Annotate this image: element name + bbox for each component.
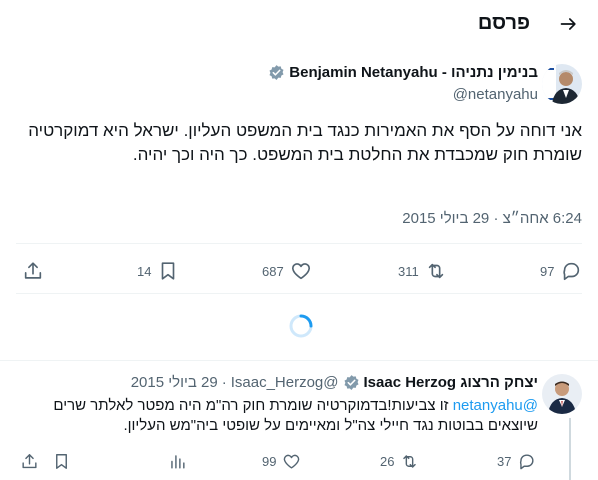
divider (0, 360, 598, 361)
retweet-icon (400, 452, 419, 471)
reply-views-button[interactable] (168, 452, 187, 471)
reply-author-name[interactable]: יצחק הרצוג Isaac Herzog (364, 374, 538, 391)
reply-bookmark-button[interactable] (52, 452, 71, 471)
bookmark-icon (52, 452, 71, 471)
reply-text-block: @netanyahu זו צביעות!בדמוקרטיה שומרת חוק… (18, 396, 538, 436)
heart-icon (290, 260, 312, 282)
reply-count: 97 (540, 263, 555, 279)
reply-mention-link[interactable]: @netanyahu (453, 397, 538, 414)
tweet-text: אני דוחה על הסף את האמירות כנגד בית המשפ… (28, 121, 582, 164)
reply-button[interactable]: 97 (540, 260, 582, 282)
share-button[interactable] (22, 260, 44, 282)
reply-author-handle[interactable]: @Isaac_Herzog (231, 374, 339, 391)
reply-separator: · (221, 374, 227, 391)
reply-reply-button[interactable]: 37 (497, 452, 536, 471)
reply-share-button[interactable] (20, 452, 39, 471)
reply-date[interactable]: 29 ביולי 2015 (131, 374, 218, 391)
reply-icon (560, 260, 582, 282)
thread-connector-line (569, 418, 571, 480)
author-handle[interactable]: @netanyahu (453, 86, 538, 103)
like-count: 687 (262, 263, 284, 279)
reply-reply-count: 37 (497, 454, 512, 469)
arrow-right-icon[interactable] (558, 13, 580, 35)
avatar-herzog[interactable] (542, 374, 582, 414)
reply-header: יצחק הרצוג Isaac Herzog @Isaac_Herzog · … (131, 374, 538, 391)
bookmark-count: 14 (137, 263, 152, 279)
reply-icon (517, 452, 536, 471)
retweet-count: 311 (398, 263, 419, 279)
verified-badge-icon (268, 64, 285, 81)
avatar-netanyahu[interactable] (542, 64, 582, 104)
reply-like-button[interactable]: 99 (262, 452, 301, 471)
reply-retweet-button[interactable]: 26 (380, 452, 419, 471)
bookmark-button[interactable]: 14 (137, 260, 179, 282)
loading-spinner-icon (288, 313, 314, 339)
like-button[interactable]: 687 (262, 260, 312, 282)
divider (16, 293, 582, 294)
page-title: פרסם (477, 12, 530, 34)
author-display-name[interactable]: Benjamin Netanyahu - בנימין נתניהו (289, 64, 538, 81)
share-icon (22, 260, 44, 282)
share-icon (20, 452, 39, 471)
retweet-icon (425, 260, 447, 282)
author-name-line: Benjamin Netanyahu - בנימין נתניהו (268, 64, 538, 81)
retweet-button[interactable]: 311 (398, 260, 447, 282)
divider (16, 243, 582, 244)
bookmark-icon (157, 260, 179, 282)
reply-like-count: 99 (262, 454, 277, 469)
verified-badge-icon (343, 374, 360, 391)
bar-chart-icon (168, 452, 187, 471)
reply-retweet-count: 26 (380, 454, 395, 469)
top-bar: פרסם (0, 0, 598, 50)
tweet-timestamp[interactable]: 6:24 אחה״צ · 29 ביולי 2015 (402, 210, 582, 227)
heart-icon (282, 452, 301, 471)
